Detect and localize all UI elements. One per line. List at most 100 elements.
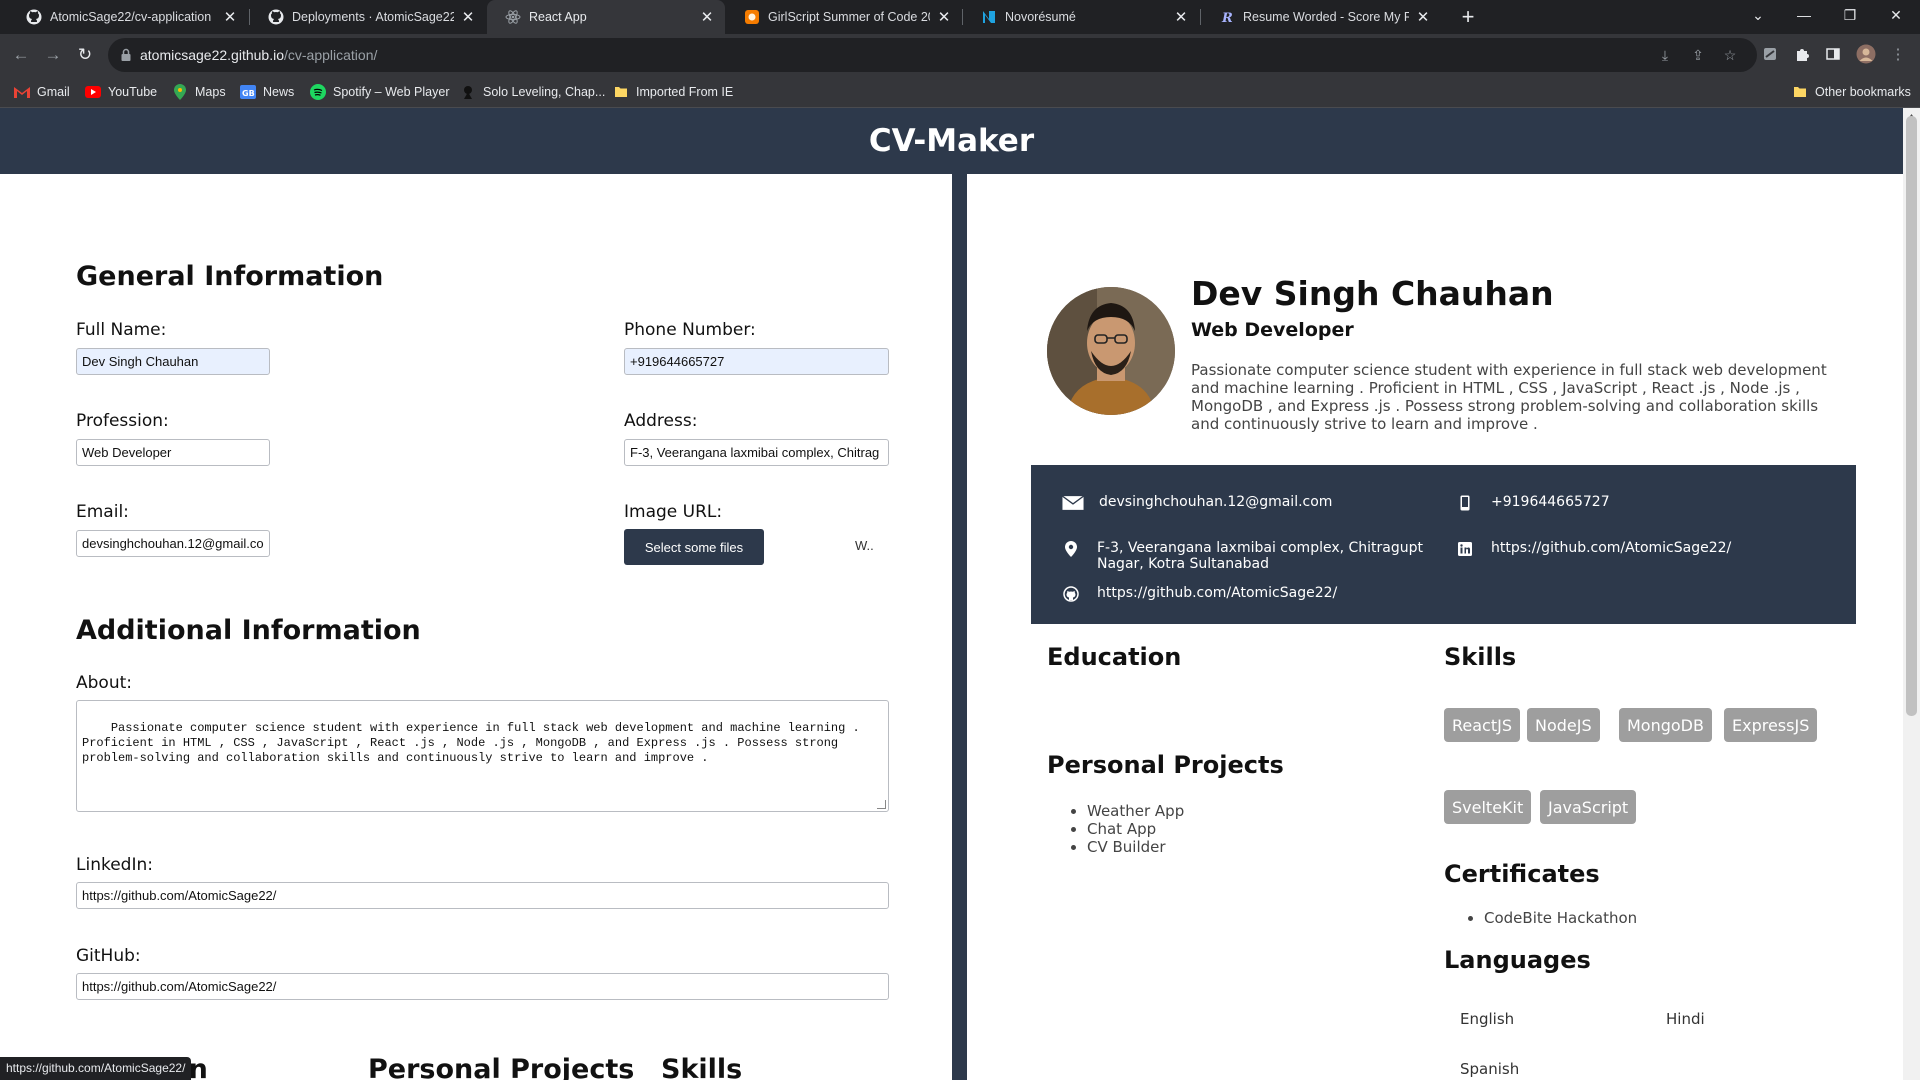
phone-input[interactable]: +919644665727 [624,348,889,375]
bookmark-label: Solo Leveling, Chap... [483,85,606,99]
browser-toolbar: ← → ↻ atomicsage22.github.io/cv-applicat… [0,34,1920,76]
list-item: CV Builder [1087,838,1184,856]
address-input[interactable]: F-3, Veerangana laxmibai complex, Chitra… [624,439,889,466]
extensions-puzzle-icon[interactable] [1791,43,1813,65]
skills-heading-partial: Skills [661,1054,743,1080]
linkedin-input[interactable]: https://github.com/AtomicSage22/ [76,882,889,909]
profile-avatar-icon[interactable] [1855,43,1877,65]
select-files-button[interactable]: Select some files [624,529,764,565]
mail-icon [1062,494,1084,512]
certificates-heading: Certificates [1444,860,1600,888]
skill-chip: ExpressJS [1724,708,1818,742]
bookmark-gmail[interactable]: Gmail [14,83,70,101]
list-item: Chat App [1087,820,1184,838]
phone-label: Phone Number: [624,320,756,340]
close-window-icon[interactable]: ✕ [1873,0,1919,30]
about-textarea[interactable]: Passionate computer science student with… [76,700,889,812]
resize-grip-icon[interactable] [877,800,886,809]
tab-close-icon[interactable]: ✕ [1173,9,1189,26]
app-title: CV-Maker [868,123,1035,159]
folder-icon [613,84,629,100]
location-pin-icon [1060,540,1082,558]
page-scrollbar[interactable] [1903,108,1920,1080]
education-heading: Education [1047,643,1182,671]
other-bookmarks-folder[interactable]: Other bookmarks [1792,83,1911,101]
side-panel-icon[interactable] [1822,43,1844,65]
email-input[interactable]: devsinghchouhan.12@gmail.co [76,530,270,557]
skill-chip: SvelteKit [1444,790,1532,824]
tab-novoresume[interactable]: Novorésumé ✕ [963,0,1199,34]
tab-close-icon[interactable]: ✕ [1415,9,1431,26]
maps-icon [172,84,188,100]
extension-icon[interactable] [1759,43,1781,65]
bookmark-label: Spotify – Web Player [333,85,450,99]
tab-title: Resume Worded - Score My Resu [1243,10,1409,24]
scrollbar-thumb[interactable] [1906,116,1917,716]
tab-close-icon[interactable]: ✕ [460,9,476,26]
youtube-icon [85,84,101,100]
minimize-icon[interactable]: — [1781,0,1827,30]
restore-icon[interactable]: ❐ [1827,0,1873,30]
forward-arrow-icon[interactable]: → [40,42,66,68]
bookmark-maps[interactable]: Maps [172,83,226,101]
github-icon [268,9,284,25]
bookmark-youtube[interactable]: YouTube [85,83,157,101]
bookmark-news[interactable]: GB News [240,83,294,101]
github-label: GitHub: [76,946,141,966]
tab-cv-application-repo[interactable]: AtomicSage22/cv-application ✕ [8,0,248,34]
tab-resume-worded[interactable]: R Resume Worded - Score My Resu ✕ [1201,0,1441,34]
tab-strip: AtomicSage22/cv-application ✕ Deployment… [0,0,1920,34]
github-input[interactable]: https://github.com/AtomicSage22/ [76,973,889,1000]
bookmark-spotify[interactable]: Spotify – Web Player [310,83,450,101]
tab-search-chevron-icon[interactable]: ⌄ [1735,0,1781,30]
reload-icon[interactable]: ↻ [72,42,98,68]
bookmark-imported-folder[interactable]: Imported From IE [613,83,733,101]
lock-icon[interactable] [118,47,134,63]
bookmarks-bar: Gmail YouTube Maps GB News Spotify – Web… [0,76,1920,108]
bookmark-solo-leveling[interactable]: Solo Leveling, Chap... [460,83,605,101]
tab-deployments[interactable]: Deployments · AtomicSage22/cv ✕ [250,0,486,34]
skills-heading: Skills [1444,643,1517,671]
address-bar[interactable]: atomicsage22.github.io/cv-application/ ⤓… [108,38,1757,72]
bookmark-label: Maps [195,85,226,99]
address-label: Address: [624,411,698,431]
cv-name: Dev Singh Chauhan [1191,274,1554,313]
bookmark-star-icon[interactable]: ☆ [1720,45,1740,65]
personal-projects-heading: Personal Projects [1047,751,1284,779]
install-app-icon[interactable]: ⤓ [1655,45,1675,65]
url-text: atomicsage22.github.io/cv-application/ [140,47,377,63]
tab-gssoc[interactable]: GirlScript Summer of Code 2023 ✕ [726,0,962,34]
contact-linkedin: https://github.com/AtomicSage22/ [1454,540,1731,558]
tab-title: GirlScript Summer of Code 2023 [768,10,930,24]
status-bar-url: https://github.com/AtomicSage22/ [0,1057,192,1080]
tab-close-icon[interactable]: ✕ [699,9,715,26]
scroll-up-arrow-icon[interactable] [1907,108,1916,119]
email-label: Email: [76,502,129,522]
tab-close-icon[interactable]: ✕ [936,9,952,26]
cv-profession: Web Developer [1191,319,1354,341]
skill-chip: ReactJS [1444,708,1520,742]
back-arrow-icon[interactable]: ← [8,42,34,68]
profession-input[interactable]: Web Developer [76,439,270,466]
additional-info-heading: Additional Information [76,615,421,646]
tab-react-app[interactable]: React App ✕ [487,0,725,34]
about-label: About: [76,673,132,693]
phone-icon [1454,494,1476,512]
github-icon [26,9,42,25]
browser-menu-icon[interactable]: ⋮ [1887,43,1909,65]
general-info-heading: General Information [76,261,384,292]
new-tab-plus-icon[interactable]: + [1455,4,1481,30]
folder-icon [1792,84,1808,100]
full-name-label: Full Name: [76,320,167,340]
bookmark-label: Gmail [37,85,70,99]
full-name-input[interactable]: Dev Singh Chauhan [76,348,270,375]
tab-title: Novorésumé [1005,10,1076,24]
gssoc-icon [744,9,760,25]
share-icon[interactable]: ⇪ [1688,45,1708,65]
image-url-label: Image URL: [624,502,723,522]
bookmark-label: Other bookmarks [1815,85,1911,99]
profession-label: Profession: [76,411,169,431]
selected-file-name: W.. [855,538,874,553]
linkedin-icon [1454,540,1476,558]
tab-close-icon[interactable]: ✕ [222,9,238,26]
